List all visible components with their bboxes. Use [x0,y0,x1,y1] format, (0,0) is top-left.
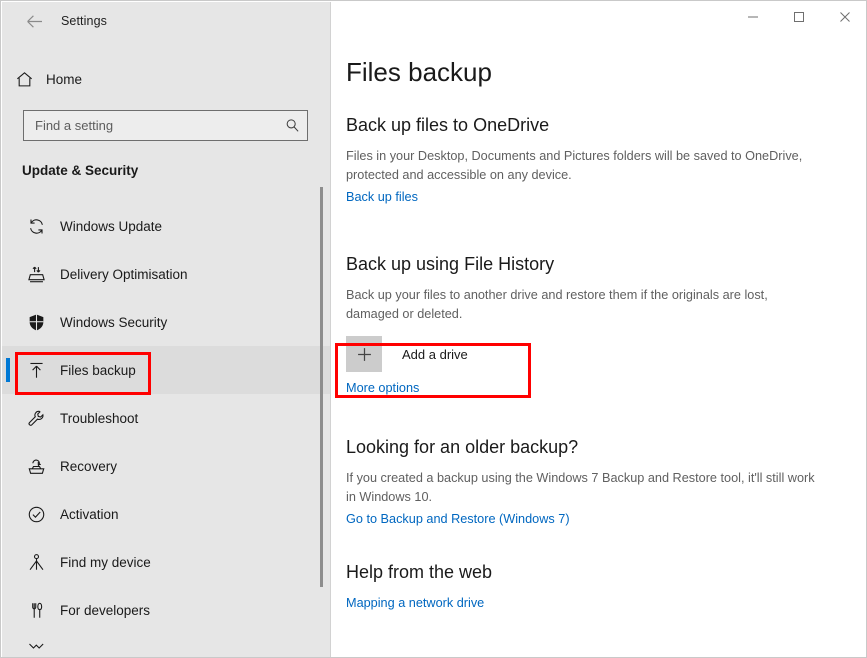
sidebar-item-label: Activation [60,506,119,522]
more-options-link[interactable]: More options [346,381,419,395]
sidebar-item-files-backup[interactable]: Files backup [2,346,330,394]
settings-window: Settings Home Find a setting Update & Se… [0,0,867,658]
home-icon [2,70,46,89]
minimize-button[interactable] [730,1,776,33]
sidebar-item-label: Delivery Optimisation [60,266,188,282]
maximize-icon [793,11,805,23]
section-onedrive-backup: Back up files to OneDrive Files in your … [346,115,816,206]
sidebar-item-activation[interactable]: Activation [2,490,330,538]
refresh-icon [14,217,58,236]
sidebar-item-delivery-optimisation[interactable]: Delivery Optimisation [2,250,330,298]
sidebar-item-recovery[interactable]: Recovery [2,442,330,490]
selection-indicator [6,358,10,382]
delivery-optimisation-icon [14,265,58,284]
close-button[interactable] [822,1,866,33]
section-description: Back up your files to another drive and … [346,288,768,321]
minimize-icon [747,11,759,23]
sidebar-item-label: Find my device [60,554,151,570]
search-input[interactable] [24,118,277,133]
tools-icon [14,601,58,620]
close-icon [839,11,851,23]
add-a-drive-label: Add a drive [402,346,468,362]
section-older-backup: Looking for an older backup? If you crea… [346,437,816,528]
app-title: Settings [61,14,107,28]
sidebar-item-home-label: Home [46,71,83,87]
sidebar: Home Update & Security Windo [2,2,330,658]
main-content: Files backup Back up files to OneDrive F… [331,42,866,657]
mapping-a-network-drive-link[interactable]: Mapping a network drive [346,596,484,610]
back-up-files-link[interactable]: Back up files [346,190,418,204]
sidebar-item-label: Troubleshoot [60,410,139,426]
section-heading: Back up using File History [346,254,555,274]
wrench-icon [14,409,58,428]
sidebar-item-for-developers[interactable]: For developers [2,586,330,634]
sidebar-item-label: Files backup [60,362,136,378]
back-arrow-icon [26,14,43,29]
sidebar-item-label: Windows Update [60,218,163,234]
upload-arrow-icon [14,361,58,380]
shield-icon [14,313,58,332]
locate-device-icon [14,553,58,572]
section-heading: Back up files to OneDrive [346,115,550,135]
search-box[interactable] [23,110,308,141]
add-a-drive-button[interactable]: Add a drive [346,336,468,372]
sidebar-item-windows-update[interactable]: Windows Update [2,202,330,250]
plus-icon [346,336,382,372]
section-description: Files in your Desktop, Documents and Pic… [346,149,803,182]
search-icon[interactable] [277,118,307,133]
sidebar-item-label: Windows Security [60,314,168,330]
maximize-button[interactable] [776,1,822,33]
sidebar-item-home[interactable]: Home [2,64,330,94]
sidebar-item-find-my-device[interactable]: Find my device [2,538,330,586]
partial-icon [14,640,58,658]
section-heading: Help from the web [346,562,493,582]
back-button[interactable] [13,5,55,37]
section-file-history: Back up using File History Back up your … [346,254,816,397]
sidebar-item-label: For developers [60,602,151,618]
sidebar-group-title: Update & Security [22,163,139,178]
title-bar: Settings [1,1,866,41]
sidebar-scrollbar[interactable] [320,187,323,587]
section-heading: Looking for an older backup? [346,437,579,457]
sidebar-item-partial[interactable] [2,634,330,658]
sidebar-nav-list: Windows Update Delivery Optimisation Win… [2,202,330,658]
section-description: If you created a backup using the Window… [346,471,815,504]
section-help-from-web: Help from the web Mapping a network driv… [346,562,816,612]
check-circle-icon [14,505,58,524]
window-controls [730,1,866,33]
sidebar-item-label: Recovery [60,458,118,474]
page-title: Files backup [346,57,492,87]
sidebar-item-troubleshoot[interactable]: Troubleshoot [2,394,330,442]
go-to-backup-and-restore-link[interactable]: Go to Backup and Restore (Windows 7) [346,512,570,526]
recovery-icon [14,457,58,476]
sidebar-item-windows-security[interactable]: Windows Security [2,298,330,346]
